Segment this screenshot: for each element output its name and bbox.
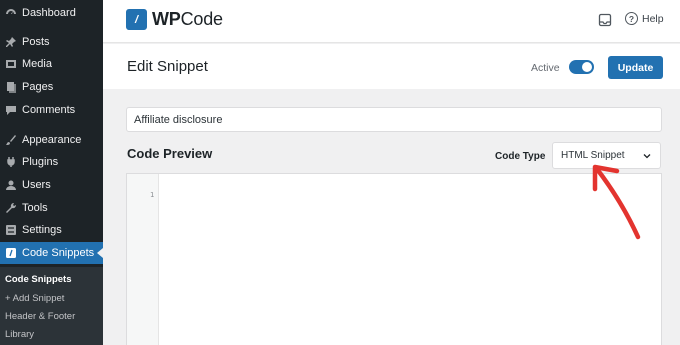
sidebar-item-label: Code Snippets: [22, 247, 95, 259]
submenu-item-header-footer[interactable]: Header & Footer: [5, 311, 75, 322]
sidebar-item-tools[interactable]: Tools: [0, 197, 103, 219]
brush-icon: [4, 133, 18, 147]
sidebar-item-label: Comments: [22, 104, 76, 116]
help-label: Help: [642, 12, 664, 25]
submenu-item-add-snippet[interactable]: + Add Snippet: [5, 293, 64, 304]
wpcode-logo-icon: /: [126, 9, 147, 30]
active-toggle[interactable]: [569, 60, 594, 74]
sidebar-item-posts[interactable]: Posts: [0, 31, 103, 53]
sidebar-item-pages[interactable]: Pages: [0, 76, 103, 98]
pin-icon: [4, 35, 18, 49]
annotation-arrow-icon: [592, 164, 641, 240]
sidebar-item-label: Plugins: [22, 156, 59, 168]
sidebar-item-users[interactable]: Users: [0, 174, 103, 196]
sidebar-item-label: Dashboard: [22, 7, 76, 19]
plug-icon: [4, 155, 18, 169]
code-type-label: Code Type: [495, 151, 546, 162]
help-button[interactable]: ? Help: [625, 12, 664, 25]
pages-icon: [4, 80, 18, 94]
sidebar-item-appearance[interactable]: Appearance: [0, 129, 103, 151]
help-icon: ?: [625, 12, 638, 25]
submenu-item-code-snippets[interactable]: Code Snippets: [5, 274, 72, 285]
wpcode-logo: / WPCode: [126, 9, 223, 30]
code-preview-heading: Code Preview: [127, 146, 213, 161]
submenu-item-library[interactable]: Library: [5, 329, 34, 340]
dashboard-icon: [4, 6, 18, 20]
sidebar-item-code-snippets[interactable]: Code Snippets: [0, 242, 103, 264]
sidebar-item-plugins[interactable]: Plugins: [0, 151, 103, 173]
media-icon: [4, 57, 18, 71]
sidebar-item-label: Posts: [22, 36, 50, 48]
comments-icon: [4, 103, 18, 117]
inbox-icon[interactable]: [598, 13, 612, 27]
edit-snippet-bar: Edit Snippet Active Update: [103, 44, 680, 89]
settings-icon: [4, 223, 18, 237]
user-icon: [4, 178, 18, 192]
code-snippets-submenu: Code Snippets + Add Snippet Header & Foo…: [0, 267, 103, 345]
sidebar-item-dashboard[interactable]: Dashboard: [0, 2, 103, 24]
page-title: Edit Snippet: [127, 58, 208, 75]
logo-text: WPCode: [152, 9, 223, 29]
admin-sidebar: Dashboard Posts Media Pages Comments App…: [0, 0, 103, 345]
active-label: Active: [531, 62, 560, 74]
snippet-title-input[interactable]: Affiliate disclosure: [126, 107, 662, 132]
sidebar-item-settings[interactable]: Settings: [0, 219, 103, 241]
code-editor[interactable]: 1: [126, 173, 662, 345]
sidebar-item-label: Media: [22, 58, 52, 70]
sidebar-item-comments[interactable]: Comments: [0, 99, 103, 121]
line-gutter: 1: [127, 174, 159, 345]
sidebar-item-label: Users: [22, 179, 51, 191]
code-icon: [4, 246, 18, 260]
sidebar-item-label: Settings: [22, 224, 62, 236]
update-button[interactable]: Update: [608, 56, 663, 79]
plugin-header: / WPCode ? Help: [103, 0, 680, 43]
sidebar-item-label: Tools: [22, 202, 48, 214]
sidebar-item-label: Pages: [22, 81, 54, 93]
sidebar-item-label: Appearance: [22, 134, 82, 146]
line-number: 1: [150, 191, 155, 199]
wrench-icon: [4, 201, 18, 215]
sidebar-item-media[interactable]: Media: [0, 53, 103, 75]
